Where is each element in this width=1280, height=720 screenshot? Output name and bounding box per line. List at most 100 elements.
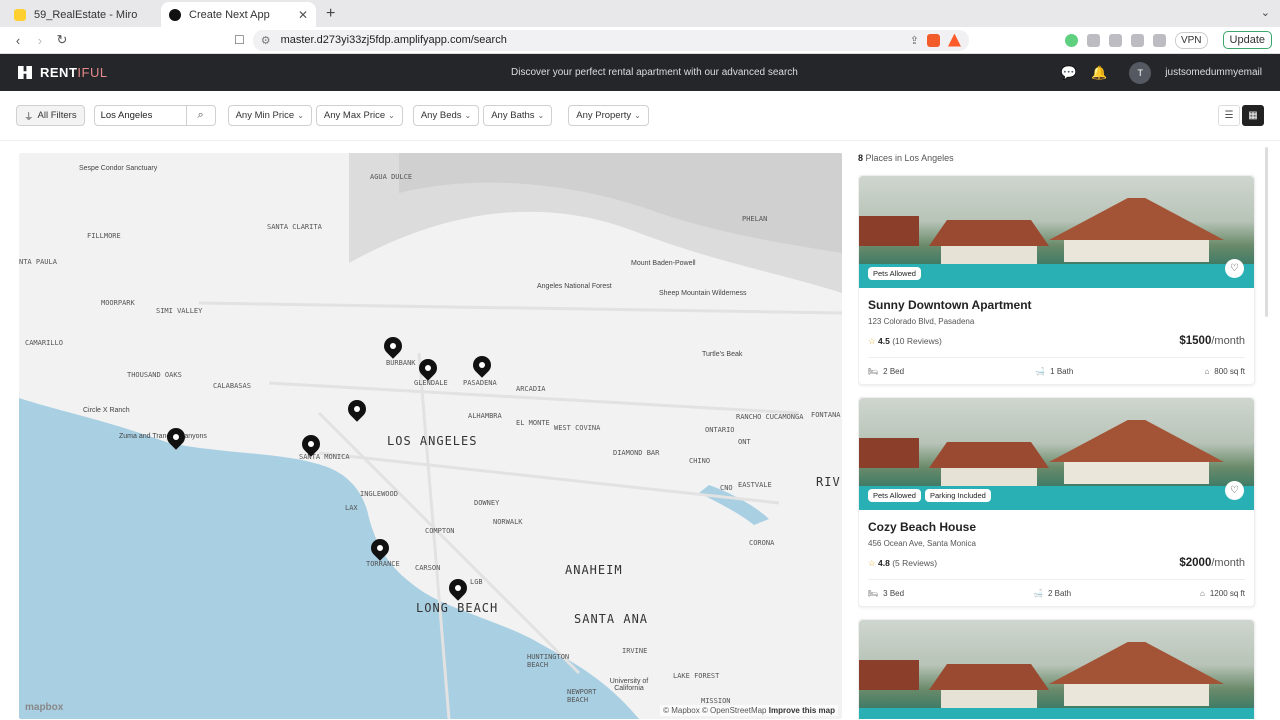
all-filters-button[interactable]: ⏚ All Filters <box>16 105 85 126</box>
property-card[interactable] <box>858 619 1255 719</box>
chevron-down-icon: ⌄ <box>388 111 395 120</box>
map-attribution: © Mapbox © OpenStreetMap Improve this ma… <box>660 705 838 716</box>
property-photo[interactable]: Pets Allowed Parking Included ♡ <box>859 398 1254 510</box>
property-pin[interactable] <box>344 396 370 424</box>
property-address: 456 Ocean Ave, Santa Monica <box>868 539 976 548</box>
map-label: FILLMORE <box>87 232 121 240</box>
map-label: LAKE FOREST <box>673 672 720 680</box>
browser-toolbar: ‹ › ↻ ☐ ⚙ master.d273yi33zj5fdp.amplifya… <box>0 27 1280 54</box>
favorite-heart-icon[interactable]: ♡ <box>1225 259 1244 278</box>
baths-value: 2 Bath <box>1047 589 1072 598</box>
baths-select[interactable]: Any Baths ⌄ <box>483 105 553 126</box>
map[interactable]: Sespe Condor Sanctuary AGUA DULCE PHELAN… <box>19 153 842 719</box>
map-label: LOS ANGELES <box>387 434 478 448</box>
reload-icon[interactable]: ↻ <box>52 32 72 48</box>
map-label: SANTA ANA <box>574 612 649 626</box>
forward-icon[interactable]: › <box>30 33 50 48</box>
map-label: LGB <box>470 578 483 586</box>
location-input[interactable]: Los Angeles <box>93 105 187 126</box>
filter-bar: ⏚ All Filters Los Angeles ⌕ Any Min Pric… <box>0 91 1280 141</box>
sidebar-icon[interactable] <box>1108 33 1122 47</box>
min-price-label: Any Min Price <box>235 110 295 121</box>
messages-icon[interactable]: 💬 <box>1061 65 1077 81</box>
bed-icon: 🛏 <box>868 367 879 376</box>
bookmark-icon[interactable]: ☐ <box>234 33 245 47</box>
property-title[interactable]: Sunny Downtown Apartment <box>868 298 1245 312</box>
map-label: INGLEWOOD <box>360 490 398 498</box>
puzzle-icon[interactable] <box>1086 33 1100 47</box>
price-period: /month <box>1211 557 1245 569</box>
listing-scrollbar[interactable] <box>1265 147 1268 317</box>
wallet-icon[interactable] <box>1130 33 1144 47</box>
property-pin[interactable] <box>469 352 495 380</box>
property-pin[interactable] <box>163 424 189 452</box>
property-rating: ☆ 4.8 (5 Reviews) <box>868 558 937 569</box>
improve-map-link[interactable]: Improve this map <box>769 706 835 715</box>
map-label: Mount Baden-Powell <box>631 260 696 267</box>
favorite-heart-icon[interactable]: ♡ <box>1225 481 1244 500</box>
property-pin[interactable] <box>445 575 471 603</box>
notifications-bell-icon[interactable]: 🔔 <box>1091 65 1107 81</box>
max-price-select[interactable]: Any Max Price ⌄ <box>315 105 403 126</box>
list-view-icon[interactable]: ☰ <box>1218 105 1240 126</box>
property-type-select[interactable]: Any Property ⌄ <box>568 105 649 126</box>
property-pin[interactable] <box>367 535 393 563</box>
tab-list-chevron-icon[interactable]: ⌄ <box>1261 6 1270 19</box>
share-icon[interactable]: ⇪ <box>910 34 919 47</box>
grid-view-icon[interactable]: ▦ <box>1242 105 1264 126</box>
site-settings-icon[interactable]: ⚙ <box>261 34 271 47</box>
attribution-text[interactable]: © Mapbox © OpenStreetMap <box>663 706 766 715</box>
chevron-down-icon: ⌄ <box>464 111 472 120</box>
property-pin[interactable] <box>380 333 406 361</box>
avatar[interactable]: T <box>1129 61 1152 84</box>
leo-ai-icon[interactable] <box>1152 33 1166 47</box>
min-price-select[interactable]: Any Min Price ⌄ <box>227 105 312 126</box>
price-period: /month <box>1211 335 1245 347</box>
house-icon: ⌂ <box>1204 367 1210 376</box>
brand-logo[interactable]: RENTIFUL <box>18 65 248 80</box>
map-label: CALABASAS <box>213 382 251 390</box>
url-text[interactable]: master.d273yi33zj5fdp.amplifyapp.com/sea… <box>281 34 902 46</box>
property-title[interactable]: Cozy Beach House <box>868 520 1245 534</box>
map-label: ARCADIA <box>516 385 546 393</box>
search-icon: ⌕ <box>197 109 204 121</box>
back-icon[interactable]: ‹ <box>8 33 28 48</box>
property-card[interactable]: Pets Allowed ♡ Sunny Downtown Apartment … <box>858 175 1255 385</box>
property-card[interactable]: Pets Allowed Parking Included ♡ Cozy Bea… <box>858 397 1255 607</box>
beds-feature: 🛏 3 Bed <box>868 589 904 598</box>
map-label: NEWPORT BEACH <box>567 688 597 704</box>
property-address: 123 Colorado Blvd, Pasadena <box>868 317 975 326</box>
card-divider <box>868 357 1245 358</box>
user-email[interactable]: justsomedummyemail <box>1165 67 1262 78</box>
property-pin[interactable] <box>298 431 324 459</box>
listing-panel: 8 Places in Los Angeles Pets Allowed ♡ S… <box>858 141 1268 719</box>
beds-select[interactable]: Any Beds ⌄ <box>412 105 480 126</box>
browser-tab-active[interactable]: Create Next App ✕ <box>161 2 316 27</box>
miro-favicon-icon <box>14 8 26 21</box>
brave-shields-icon[interactable] <box>926 33 940 47</box>
extension-icon[interactable] <box>1064 33 1078 47</box>
map-label: HUNTINGTON BEACH <box>527 653 570 669</box>
map-label: Sespe Condor Sanctuary <box>79 165 158 172</box>
pets-allowed-badge: Pets Allowed <box>868 267 921 280</box>
mapbox-logo[interactable]: mapbox <box>25 702 63 713</box>
vpn-button[interactable]: VPN <box>1174 31 1208 49</box>
chevron-down-icon: ⌄ <box>537 111 545 120</box>
browser-tab-bar: 59_RealEstate - Miro Create Next App ✕ +… <box>0 0 1280 27</box>
chevron-down-icon: ⌄ <box>297 111 304 120</box>
search-results-area: Sespe Condor Sanctuary AGUA DULCE PHELAN… <box>0 141 1280 719</box>
browser-tab-miro[interactable]: 59_RealEstate - Miro <box>6 2 161 27</box>
update-button[interactable]: Update <box>1222 31 1273 49</box>
property-pin[interactable] <box>415 355 441 383</box>
nextjs-favicon-icon <box>169 8 181 21</box>
tab-title: 59_RealEstate - Miro <box>34 8 138 21</box>
search-button[interactable]: ⌕ <box>186 105 216 126</box>
new-tab-button[interactable]: + <box>326 5 335 23</box>
property-photo[interactable] <box>859 620 1254 719</box>
brand-name-part1: RENT <box>40 65 78 80</box>
address-bar[interactable]: ⚙ master.d273yi33zj5fdp.amplifyapp.com/s… <box>252 29 969 51</box>
header-actions: 💬 🔔 T justsomedummyemail <box>1061 61 1262 84</box>
brave-rewards-icon[interactable] <box>947 33 961 47</box>
close-tab-icon[interactable]: ✕ <box>298 8 308 22</box>
property-photo[interactable]: Pets Allowed ♡ <box>859 176 1254 288</box>
